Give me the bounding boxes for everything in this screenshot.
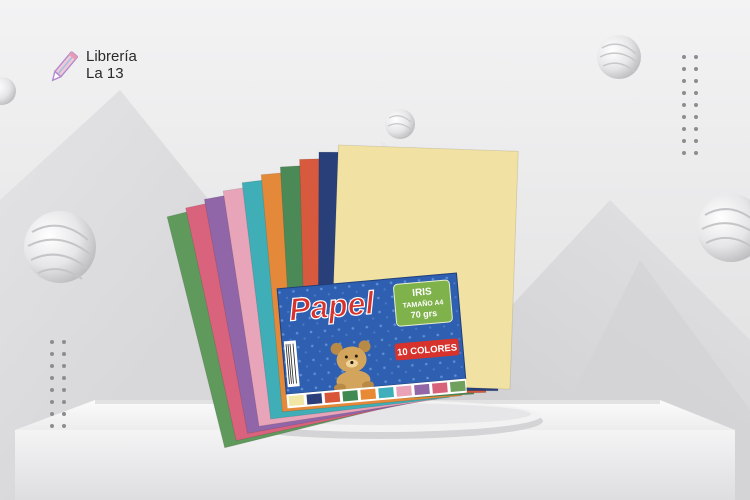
package-logo: Papel xyxy=(287,284,376,327)
swatch-5 xyxy=(360,388,377,400)
paper-pack: Papel IRIS TAMAÑO A4 70 grs 10 COLORES xyxy=(166,144,519,449)
swatch-7 xyxy=(396,385,412,397)
swatch-1 xyxy=(288,394,305,407)
badge-iris: IRIS xyxy=(412,286,433,299)
swatch-9 xyxy=(432,382,448,394)
promo-scene: Librería La 13 Papel IRIS TAMAÑO A4 70 g… xyxy=(0,0,750,500)
swatch-8 xyxy=(414,383,430,396)
swatch-3 xyxy=(324,391,341,404)
swatch-2 xyxy=(306,393,323,405)
package-label: Papel IRIS TAMAÑO A4 70 grs 10 COLORES xyxy=(276,272,467,409)
swatch-6 xyxy=(378,387,395,399)
swatch-10 xyxy=(449,380,466,393)
swatch-4 xyxy=(342,390,359,402)
